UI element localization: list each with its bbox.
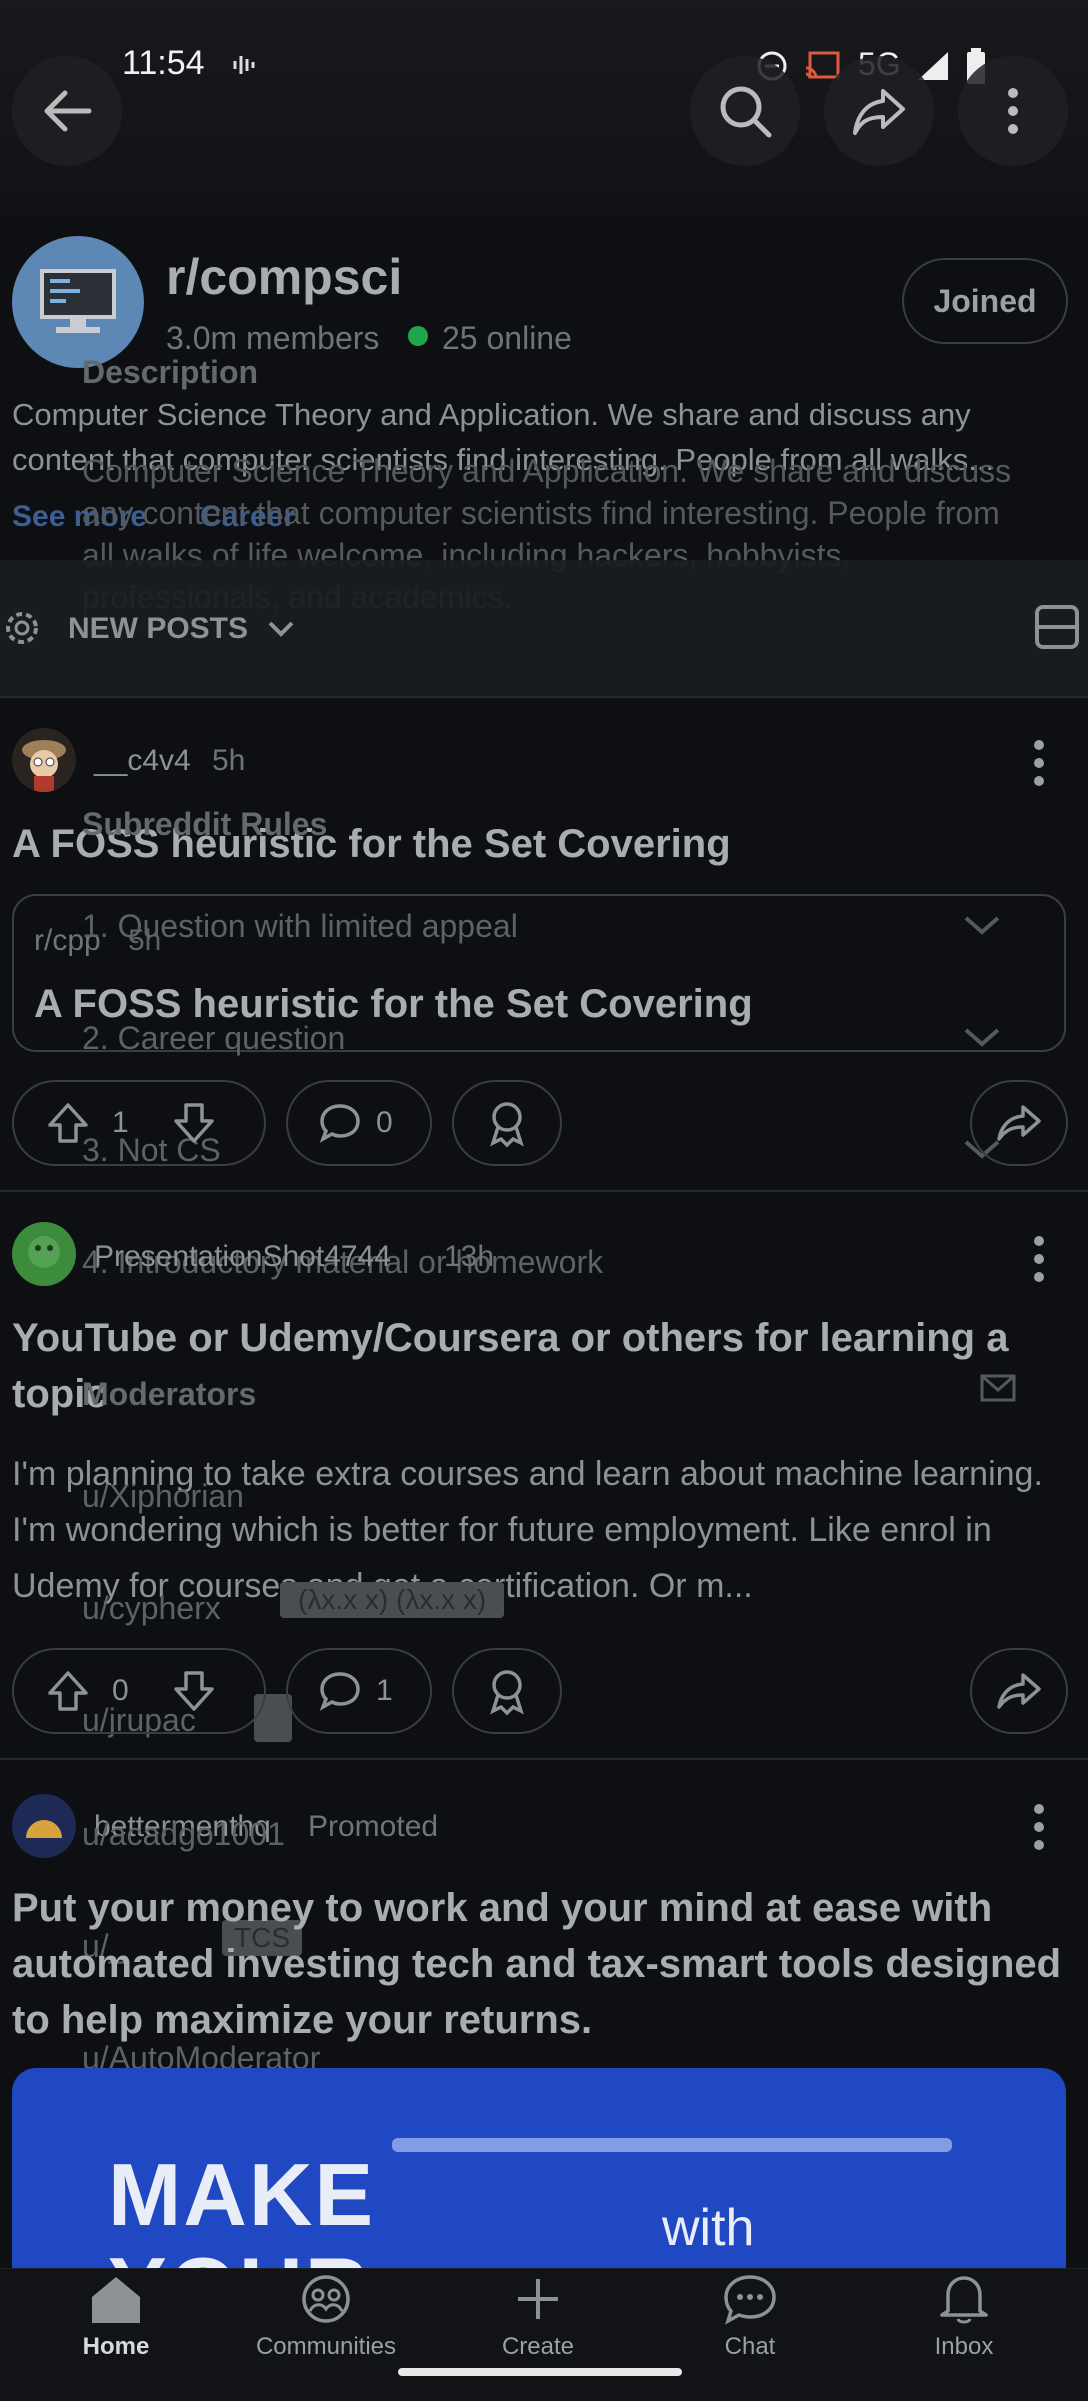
- vibrate-icon: [232, 52, 258, 78]
- search-button[interactable]: [690, 56, 800, 166]
- online-count: 25 online: [442, 320, 572, 356]
- downvote-icon[interactable]: [172, 1101, 216, 1145]
- ad-strip: [392, 2138, 952, 2152]
- chevron-down-icon: [268, 621, 294, 637]
- vote-count: 1: [112, 1106, 129, 1139]
- share-icon: [997, 1105, 1041, 1141]
- comment-count: 1: [376, 1674, 393, 1707]
- plus-icon: [518, 2279, 558, 2319]
- post-menu-button[interactable]: [1034, 1236, 1046, 1290]
- vote-count: 0: [112, 1674, 129, 1707]
- ghost-rule-1: 1. Question with limited appeal: [82, 908, 518, 944]
- post-author-avatar: [12, 1222, 76, 1286]
- joined-label: Joined: [933, 282, 1037, 319]
- award-button[interactable]: [452, 1648, 562, 1734]
- ghost-mod-1: u/Xiphorian: [82, 1478, 244, 1514]
- joined-button[interactable]: Joined: [902, 258, 1068, 344]
- status-time: 11:54: [122, 44, 205, 82]
- post-time: 5h: [212, 744, 246, 777]
- post-author-avatar: [12, 728, 76, 792]
- nav-chat-label: Chat: [724, 2333, 776, 2360]
- nav-communities-label: Communities: [255, 2333, 397, 2360]
- bottom-nav: Home Communities Create Chat Inbox: [0, 2268, 1088, 2401]
- award-icon: [490, 1670, 524, 1715]
- share-button[interactable]: [824, 56, 934, 166]
- ad-image[interactable]: MAKE YOUR with: [12, 2068, 1066, 2268]
- ghost-rule-2: 2. Career question: [82, 1020, 346, 1056]
- post-share-button[interactable]: [970, 1648, 1068, 1734]
- nav-home[interactable]: Home: [26, 2273, 206, 2361]
- nav-create-label: Create: [501, 2333, 575, 2360]
- arrow-left-icon: [44, 90, 92, 132]
- post-menu-button[interactable]: [1034, 740, 1046, 794]
- upvote-icon[interactable]: [46, 1669, 90, 1713]
- post-share-button[interactable]: [970, 1080, 1068, 1166]
- nav-home-label: Home: [82, 2333, 150, 2360]
- ghost-rules-heading: Subreddit Rules: [82, 806, 328, 842]
- gesture-bar[interactable]: [398, 2368, 682, 2376]
- nav-communities[interactable]: Communities: [236, 2273, 416, 2361]
- bell-icon: [940, 2276, 988, 2324]
- ghost-flair-1: (λx.x x) (λx.x x): [280, 1582, 505, 1618]
- overflow-menu-button[interactable]: [958, 56, 1068, 166]
- post-author[interactable]: __c4v4: [94, 744, 191, 778]
- view-toggle-icon[interactable]: [1034, 604, 1080, 650]
- home-icon: [92, 2277, 140, 2323]
- post-title[interactable]: Put your money to work and your mind at …: [12, 1880, 1072, 2048]
- post-body[interactable]: I'm planning to take extra courses and l…: [12, 1446, 1072, 1614]
- search-icon: [720, 86, 772, 138]
- ghost-description-heading: Description: [82, 354, 259, 390]
- ad-headline-2: YOUR: [108, 2238, 370, 2268]
- sort-label: NEW POSTS: [68, 612, 249, 645]
- ad-headline-3: with: [662, 2199, 755, 2257]
- award-button[interactable]: [452, 1080, 562, 1166]
- ghost-mail-icon: [980, 1374, 1016, 1402]
- nav-create[interactable]: Create: [448, 2273, 628, 2361]
- sort-dropdown[interactable]: NEW POSTS: [68, 612, 296, 646]
- member-count: 3.0m members: [166, 320, 380, 356]
- back-button[interactable]: [12, 56, 122, 166]
- ghost-moderators-heading: Moderators: [82, 1376, 257, 1412]
- sort-gear-icon[interactable]: [0, 606, 44, 650]
- chat-icon: [724, 2275, 776, 2325]
- advertiser-avatar: [12, 1794, 76, 1858]
- ad-headline-1: MAKE: [108, 2145, 376, 2244]
- nav-inbox[interactable]: Inbox: [874, 2273, 1054, 2361]
- comments-button[interactable]: 0: [286, 1080, 432, 1166]
- online-dot: [408, 326, 428, 346]
- promoted-tag: Promoted: [308, 1810, 439, 1843]
- post-menu-button[interactable]: [1034, 1804, 1046, 1858]
- communities-icon: [302, 2275, 350, 2323]
- subreddit-name: r/compsci: [166, 249, 403, 305]
- subreddit-avatar: [12, 236, 144, 368]
- downvote-icon[interactable]: [172, 1669, 216, 1713]
- upvote-icon[interactable]: [46, 1101, 90, 1145]
- post-author[interactable]: PresentationShot4744: [94, 1240, 391, 1274]
- more-vertical-icon: [1008, 88, 1018, 134]
- nav-chat[interactable]: Chat: [660, 2273, 840, 2361]
- comment-count: 0: [376, 1106, 393, 1139]
- ghost-chevron-2-icon: [964, 1028, 1000, 1047]
- computer-icon: [40, 269, 116, 333]
- comments-button[interactable]: 1: [286, 1648, 432, 1734]
- comment-icon: [319, 1672, 360, 1711]
- comment-icon: [319, 1104, 360, 1143]
- ghost-chevron-1-icon: [964, 916, 1000, 935]
- ghost-mod-2: u/cypherx: [82, 1590, 221, 1626]
- award-icon: [490, 1102, 524, 1147]
- nav-inbox-label: Inbox: [934, 2333, 994, 2360]
- share-icon: [997, 1673, 1041, 1709]
- share-icon: [853, 89, 905, 135]
- ghost-mod-4: u/acadgo1001: [82, 1816, 285, 1852]
- vote-control: 0: [12, 1648, 266, 1734]
- vote-control: 1: [12, 1080, 266, 1166]
- post-time: 13h: [444, 1240, 495, 1273]
